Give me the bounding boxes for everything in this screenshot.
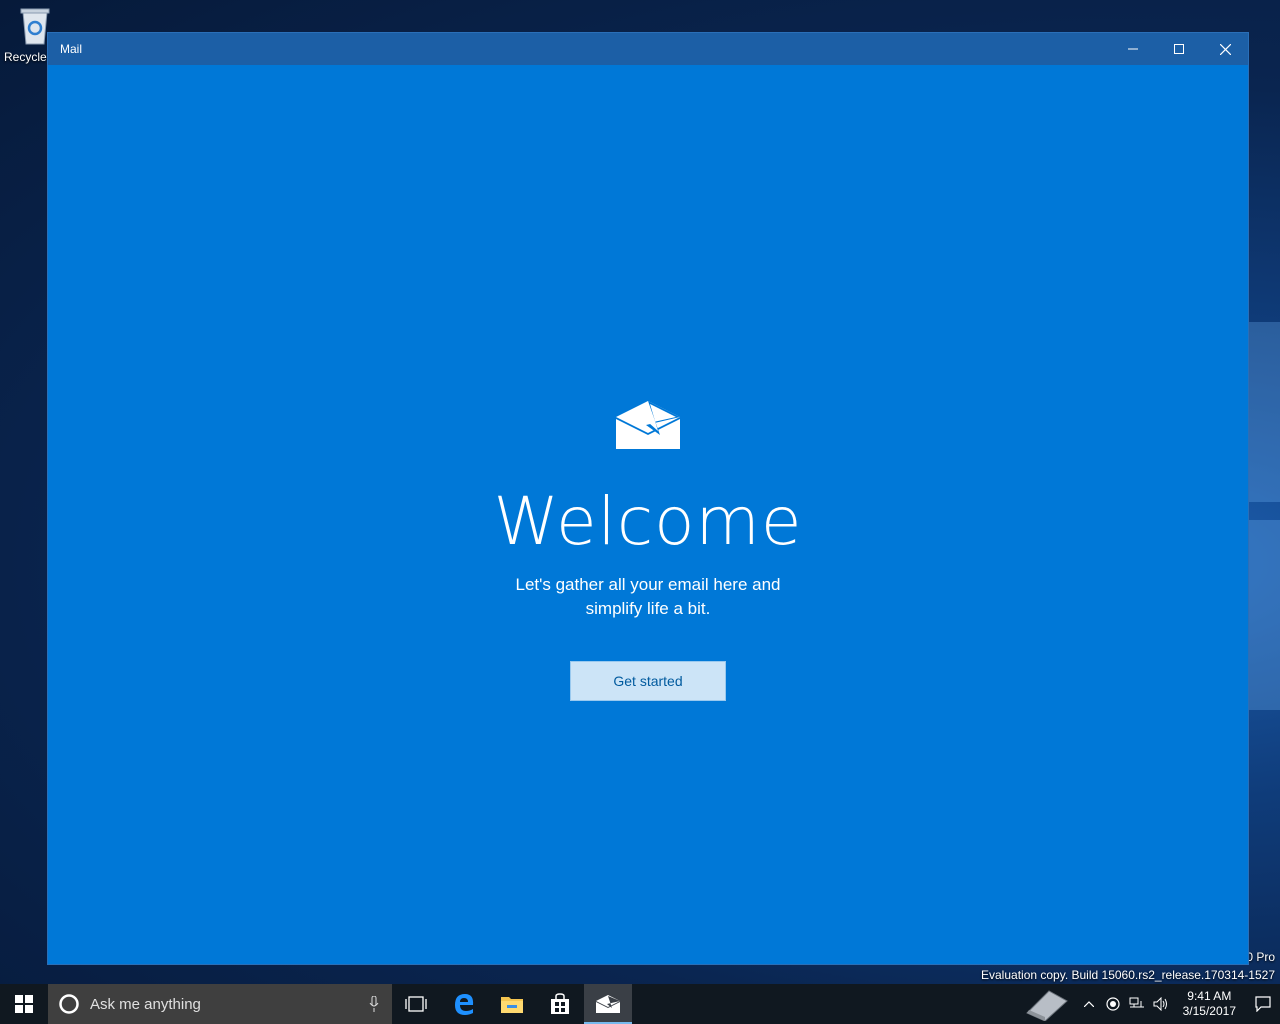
clock-date: 3/15/2017 <box>1182 1004 1236 1018</box>
store-taskbar-button[interactable] <box>536 984 584 1024</box>
wallpaper-beam <box>1248 520 1280 710</box>
get-started-button[interactable]: Get started <box>570 661 726 701</box>
system-tray: 9:41 AM 3/15/2017 <box>1017 984 1280 1024</box>
wallpaper-beam <box>1248 322 1280 502</box>
maximize-button[interactable] <box>1156 33 1202 65</box>
task-view-icon <box>405 996 427 1012</box>
edge-icon <box>455 994 474 1015</box>
volume-icon[interactable] <box>1149 984 1173 1024</box>
record-icon[interactable] <box>1101 984 1125 1024</box>
minimize-button[interactable] <box>1110 33 1156 65</box>
microphone-icon[interactable] <box>356 996 392 1012</box>
title-bar[interactable]: Mail <box>48 33 1248 65</box>
task-view-button[interactable] <box>392 984 440 1024</box>
book-icon <box>1017 984 1077 1024</box>
welcome-tagline: Let's gather all your email here and sim… <box>48 573 1248 621</box>
start-button[interactable] <box>0 984 48 1024</box>
action-center-button[interactable] <box>1246 984 1280 1024</box>
welcome-heading: Welcome <box>493 483 803 560</box>
clock[interactable]: 9:41 AM 3/15/2017 <box>1173 989 1246 1019</box>
window-title: Mail <box>60 42 83 56</box>
mail-envelope-icon <box>616 399 680 451</box>
close-button[interactable] <box>1202 33 1248 65</box>
notification-icon <box>1255 996 1271 1012</box>
maximize-icon <box>1174 44 1184 54</box>
cortana-icon <box>59 994 79 1014</box>
mail-window: Mail Welcome Let's gather all your email… <box>47 32 1249 965</box>
close-icon <box>1219 43 1231 55</box>
file-explorer-taskbar-button[interactable] <box>488 984 536 1024</box>
chevron-up-icon[interactable] <box>1077 984 1101 1024</box>
tagline-line-2: simplify life a bit. <box>585 599 711 618</box>
edge-taskbar-button[interactable] <box>440 984 488 1024</box>
store-bag-icon <box>551 993 569 1014</box>
mail-taskbar-button[interactable] <box>584 984 632 1024</box>
tagline-line-1: Let's gather all your email here and <box>515 575 781 594</box>
network-icon[interactable] <box>1125 984 1149 1024</box>
mail-icon <box>596 995 620 1013</box>
search-placeholder: Ask me anything <box>90 995 201 1013</box>
folder-icon <box>501 997 523 1013</box>
minimize-icon <box>1128 48 1138 50</box>
clock-time: 9:41 AM <box>1187 989 1232 1003</box>
windows-logo-icon <box>15 995 33 1013</box>
watermark-build: Evaluation copy. Build 15060.rs2_release… <box>981 968 1275 982</box>
welcome-panel: Welcome Let's gather all your email here… <box>48 65 1248 964</box>
search-box[interactable]: Ask me anything <box>48 984 392 1024</box>
taskbar: Ask me anything 9:41 AM 3/15/2017 <box>0 984 1280 1024</box>
